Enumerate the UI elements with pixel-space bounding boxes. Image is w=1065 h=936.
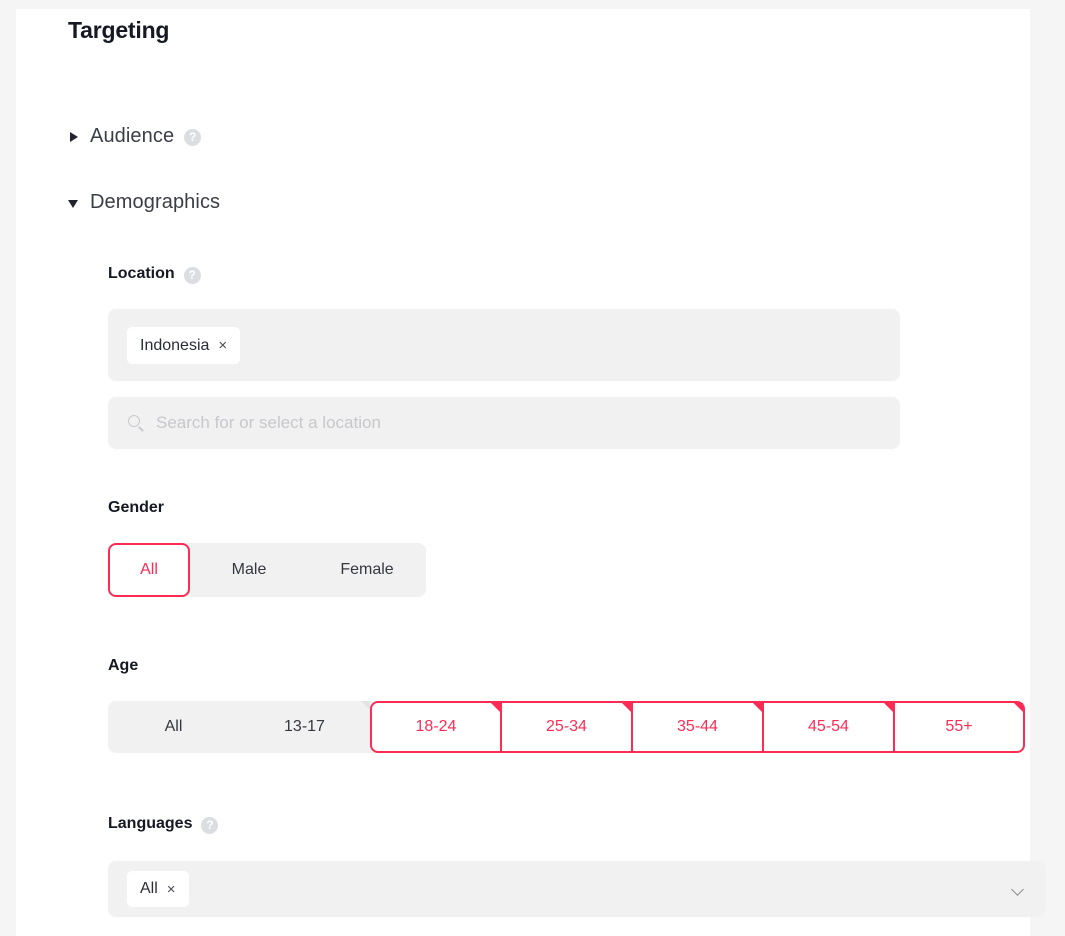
gender-option-female-label: Female: [340, 561, 394, 578]
gender-option-male[interactable]: Male: [190, 543, 308, 597]
age-option-13-17[interactable]: 13-17: [239, 701, 370, 753]
help-icon-glyph: ?: [188, 267, 196, 282]
age-option-55-plus[interactable]: 55+: [894, 701, 1025, 753]
corner-marker-icon: [361, 701, 370, 710]
age-label-group: Age: [108, 657, 138, 675]
accordion-demographics[interactable]: Demographics: [68, 191, 220, 214]
languages-label-group: Languages ?: [108, 815, 219, 834]
close-icon[interactable]: ×: [218, 338, 227, 353]
top-strip: [0, 0, 1065, 9]
accordion-audience-label: Audience: [90, 125, 175, 147]
age-label: Age: [108, 657, 139, 674]
location-chip-label: Indonesia: [140, 336, 210, 354]
targeting-page: Targeting Audience ? Demographics Locati…: [0, 0, 1065, 936]
gender-label: Gender: [108, 499, 165, 516]
age-option-18-24-label: 18-24: [415, 718, 457, 735]
help-icon[interactable]: ?: [184, 129, 202, 146]
help-icon[interactable]: ?: [183, 266, 201, 284]
languages-select[interactable]: All ×: [108, 861, 1046, 917]
age-option-35-44[interactable]: 35-44: [632, 701, 763, 753]
corner-marker-icon: [884, 703, 893, 712]
location-label-group: Location ?: [108, 265, 201, 284]
corner-marker-icon: [1014, 703, 1023, 712]
gender-option-male-label: Male: [231, 561, 267, 578]
gender-option-female[interactable]: Female: [308, 543, 426, 597]
gender-option-all[interactable]: All: [108, 543, 190, 597]
age-option-35-44-label: 35-44: [677, 718, 718, 735]
help-icon-glyph: ?: [206, 817, 214, 832]
location-search-placeholder: Search for or select a location: [156, 413, 381, 432]
gender-option-all-label: All: [140, 561, 158, 578]
language-chip[interactable]: All ×: [127, 871, 189, 907]
age-option-45-54-label: 45-54: [808, 718, 849, 735]
corner-marker-icon: [491, 703, 500, 712]
age-option-all[interactable]: All: [108, 701, 239, 753]
age-option-25-34-label: 25-34: [546, 718, 587, 735]
search-icon: [128, 414, 145, 432]
age-option-25-34[interactable]: 25-34: [501, 701, 632, 753]
targeting-card: Targeting Audience ? Demographics Locati…: [16, 9, 1046, 936]
age-option-all-label: All: [164, 718, 183, 735]
gender-segmented-control[interactable]: All Male Female: [108, 543, 426, 597]
age-option-13-17-label: 13-17: [284, 718, 325, 735]
age-option-45-54[interactable]: 45-54: [763, 701, 894, 753]
corner-marker-icon: [622, 703, 631, 712]
corner-marker-icon: [753, 703, 762, 712]
chevron-down-icon[interactable]: [1012, 885, 1026, 894]
languages-label: Languages: [108, 815, 193, 832]
age-option-55-plus-label: 55+: [945, 718, 973, 735]
caret-down-icon[interactable]: [68, 197, 80, 209]
location-label: Location: [108, 265, 175, 282]
caret-right-icon[interactable]: [68, 131, 80, 143]
page-title: Targeting: [68, 17, 170, 43]
language-chip-label: All: [140, 880, 158, 897]
age-option-18-24[interactable]: 18-24: [370, 701, 501, 753]
accordion-audience[interactable]: Audience ?: [68, 125, 202, 148]
accordion-demographics-label: Demographics: [90, 191, 221, 213]
age-segmented-control[interactable]: All 13-17 18-24 25-34 35-44 45-54 55+: [108, 701, 1025, 753]
location-chips-box[interactable]: Indonesia ×: [108, 309, 900, 381]
location-chip[interactable]: Indonesia ×: [127, 327, 241, 364]
help-icon-glyph: ?: [189, 130, 197, 144]
location-search-field[interactable]: Search for or select a location: [108, 397, 900, 449]
gender-label-group: Gender: [108, 499, 164, 517]
close-icon[interactable]: ×: [167, 882, 176, 897]
help-icon[interactable]: ?: [201, 816, 219, 834]
